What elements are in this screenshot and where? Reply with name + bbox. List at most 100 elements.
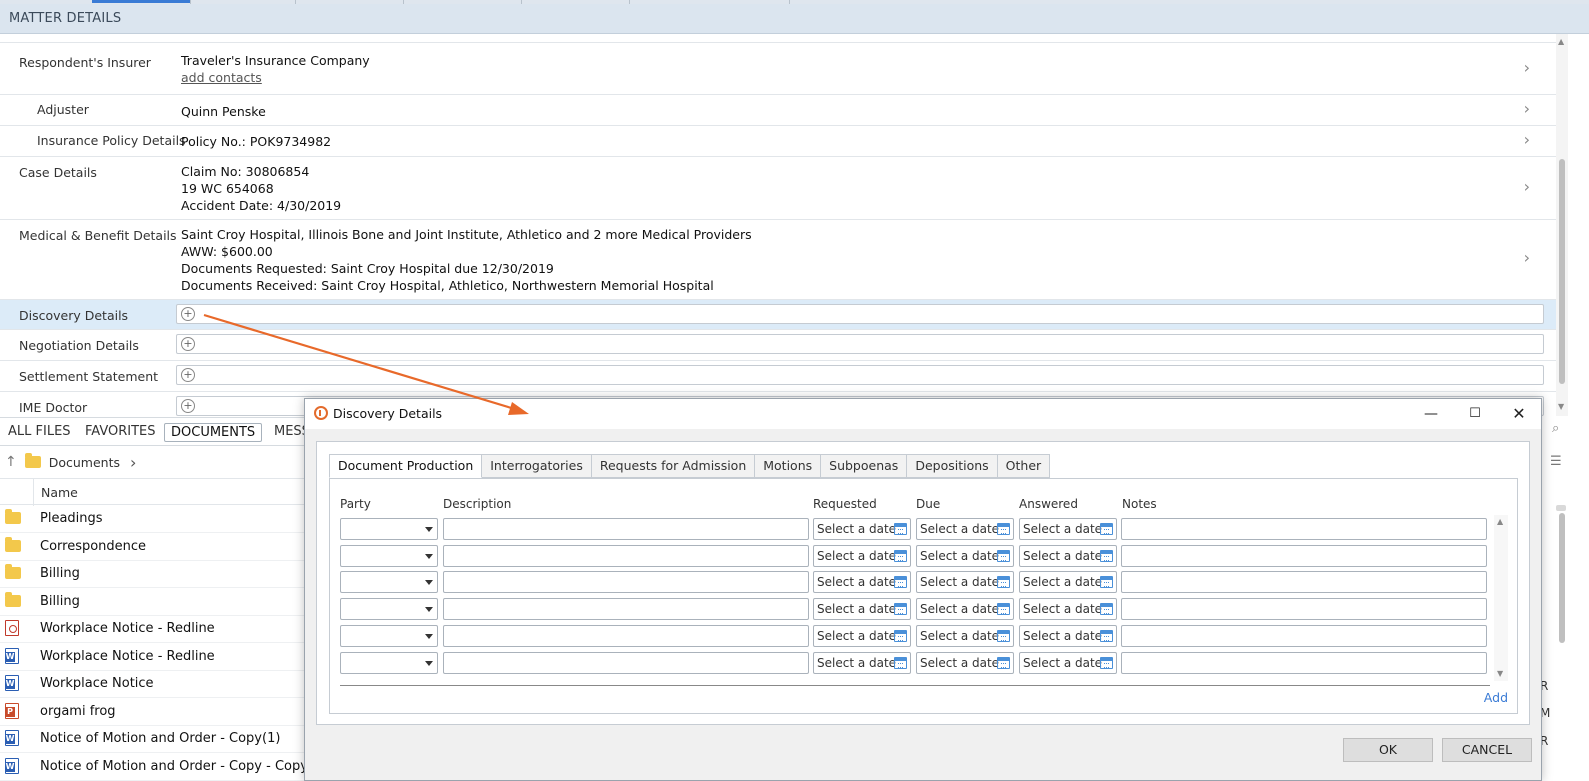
detail-row-respondents-insurer[interactable]: Respondent's Insurer Traveler's Insuranc… — [0, 43, 1556, 95]
calendar-icon[interactable] — [894, 603, 907, 615]
breadcrumb-documents[interactable]: Documents — [49, 455, 120, 470]
party-select[interactable] — [340, 652, 438, 674]
detail-row-negotiation[interactable]: Negotiation Details + — [0, 330, 1556, 361]
calendar-icon[interactable] — [1100, 576, 1113, 588]
scroll-down-icon[interactable]: ▼ — [1558, 402, 1564, 411]
chevron-right-icon[interactable]: › — [1524, 58, 1530, 77]
calendar-icon[interactable] — [1100, 630, 1113, 642]
chevron-down-icon[interactable] — [425, 661, 433, 666]
calendar-icon[interactable] — [894, 550, 907, 562]
tab-subpoenas[interactable]: Subpoenas — [821, 454, 908, 478]
scroll-up-icon[interactable]: ▲ — [1497, 517, 1503, 526]
calendar-icon[interactable] — [894, 576, 907, 588]
grid-scrollbar[interactable]: ▲ ▼ — [1494, 515, 1508, 681]
discovery-add-field[interactable]: + — [176, 304, 1544, 324]
list-view-icon[interactable]: ☰ — [1550, 454, 1562, 469]
requested-date-picker[interactable]: Select a date — [813, 545, 911, 567]
close-icon[interactable]: ✕ — [1504, 403, 1534, 425]
party-select[interactable] — [340, 625, 438, 647]
party-select[interactable] — [340, 571, 438, 593]
settlement-add-field[interactable]: + — [176, 365, 1544, 385]
dialog-title-bar[interactable]: Discovery Details — ☐ ✕ — [305, 399, 1541, 429]
chevron-down-icon[interactable] — [425, 607, 433, 612]
calendar-icon[interactable] — [894, 657, 907, 669]
detail-row-case-details[interactable]: Case Details Claim No: 30806854 19 WC 65… — [0, 157, 1556, 220]
detail-row-insurance-policy[interactable]: Insurance Policy Details Policy No.: POK… — [0, 126, 1556, 157]
answered-date-picker[interactable]: Select a date — [1019, 625, 1117, 647]
tab-motions[interactable]: Motions — [755, 454, 822, 478]
files-scrollbar-thumb[interactable] — [1559, 513, 1565, 643]
answered-date-picker[interactable]: Select a date — [1019, 518, 1117, 540]
tab-other[interactable]: Other — [997, 454, 1051, 478]
scrollbar-thumb[interactable] — [1559, 159, 1565, 384]
calendar-icon[interactable] — [997, 550, 1010, 562]
calendar-icon[interactable] — [997, 523, 1010, 535]
detail-row-settlement[interactable]: Settlement Statement + — [0, 361, 1556, 392]
chevron-right-icon[interactable]: › — [1524, 177, 1530, 196]
details-scrollbar[interactable]: ▲ ▼ — [1556, 34, 1568, 416]
calendar-icon[interactable] — [997, 630, 1010, 642]
scroll-thumb-fragment[interactable] — [1556, 505, 1566, 511]
column-header-name[interactable]: Name — [41, 485, 78, 500]
active-top-tab-indicator[interactable] — [92, 0, 190, 3]
due-date-picker[interactable]: Select a date — [916, 625, 1014, 647]
tab-favorites[interactable]: FAVORITES — [79, 423, 162, 440]
add-contacts-link[interactable]: add contacts — [181, 69, 370, 86]
tab-interrogatories[interactable]: Interrogatories — [482, 454, 592, 478]
party-select[interactable] — [340, 545, 438, 567]
notes-input[interactable] — [1121, 625, 1487, 647]
calendar-icon[interactable] — [894, 523, 907, 535]
chevron-down-icon[interactable] — [425, 527, 433, 532]
notes-input[interactable] — [1121, 598, 1487, 620]
calendar-icon[interactable] — [997, 576, 1010, 588]
plus-circle-icon[interactable]: + — [181, 337, 195, 351]
answered-date-picker[interactable]: Select a date — [1019, 598, 1117, 620]
scroll-up-icon[interactable]: ▲ — [1558, 37, 1564, 46]
minimize-icon[interactable]: — — [1416, 403, 1446, 425]
answered-date-picker[interactable]: Select a date — [1019, 571, 1117, 593]
chevron-down-icon[interactable] — [425, 580, 433, 585]
tab-document-production[interactable]: Document Production — [329, 454, 483, 478]
description-input[interactable] — [443, 545, 809, 567]
description-input[interactable] — [443, 652, 809, 674]
plus-circle-icon[interactable]: + — [181, 307, 195, 321]
due-date-picker[interactable]: Select a date — [916, 652, 1014, 674]
notes-input[interactable] — [1121, 571, 1487, 593]
add-row-link[interactable]: Add — [1484, 690, 1508, 705]
answered-date-picker[interactable]: Select a date — [1019, 652, 1117, 674]
maximize-icon[interactable]: ☐ — [1460, 403, 1490, 425]
description-input[interactable] — [443, 625, 809, 647]
cancel-button[interactable]: CANCEL — [1442, 738, 1532, 762]
tab-requests-for-admission[interactable]: Requests for Admission — [591, 454, 756, 478]
notes-input[interactable] — [1121, 652, 1487, 674]
chevron-right-icon[interactable]: › — [130, 453, 136, 472]
requested-date-picker[interactable]: Select a date — [813, 598, 911, 620]
calendar-icon[interactable] — [1100, 657, 1113, 669]
tab-depositions[interactable]: Depositions — [907, 454, 998, 478]
up-arrow-icon[interactable]: ↑ — [5, 454, 17, 470]
detail-row-adjuster[interactable]: Adjuster Quinn Penske › — [0, 95, 1556, 126]
negotiation-add-field[interactable]: + — [176, 334, 1544, 354]
ok-button[interactable]: OK — [1343, 738, 1433, 762]
detail-row-discovery[interactable]: Discovery Details + — [0, 300, 1556, 330]
due-date-picker[interactable]: Select a date — [916, 545, 1014, 567]
requested-date-picker[interactable]: Select a date — [813, 518, 911, 540]
calendar-icon[interactable] — [894, 630, 907, 642]
description-input[interactable] — [443, 571, 809, 593]
due-date-picker[interactable]: Select a date — [916, 518, 1014, 540]
requested-date-picker[interactable]: Select a date — [813, 652, 911, 674]
calendar-icon[interactable] — [1100, 603, 1113, 615]
plus-circle-icon[interactable]: + — [181, 368, 195, 382]
description-input[interactable] — [443, 598, 809, 620]
chevron-down-icon[interactable] — [425, 554, 433, 559]
calendar-icon[interactable] — [1100, 523, 1113, 535]
calendar-icon[interactable] — [997, 657, 1010, 669]
search-icon[interactable]: ⌕ — [1552, 421, 1559, 436]
chevron-right-icon[interactable]: › — [1524, 99, 1530, 118]
chevron-right-icon[interactable]: › — [1524, 248, 1530, 267]
scroll-down-icon[interactable]: ▼ — [1497, 669, 1503, 678]
party-select[interactable] — [340, 598, 438, 620]
requested-date-picker[interactable]: Select a date — [813, 625, 911, 647]
tab-documents[interactable]: DOCUMENTS — [164, 423, 263, 442]
chevron-down-icon[interactable] — [425, 634, 433, 639]
